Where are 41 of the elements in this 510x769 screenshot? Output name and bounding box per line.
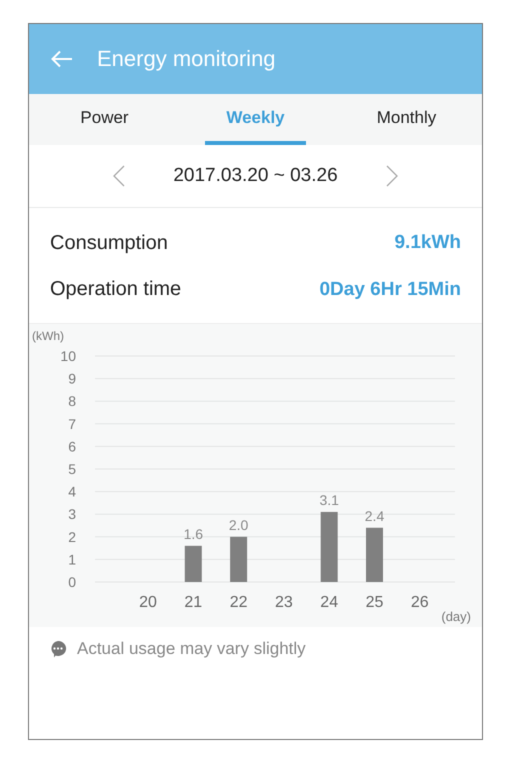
speech-bubble-icon — [49, 640, 67, 658]
usage-note: Actual usage may vary slightly — [77, 639, 306, 659]
bar — [320, 512, 338, 582]
y-tick-label: 8 — [68, 393, 76, 410]
stat-label: Consumption — [50, 232, 168, 255]
screen-title: Energy monitoring — [97, 46, 276, 72]
y-axis-title: (kWh) — [32, 329, 64, 343]
x-tick-label: 22 — [230, 594, 248, 611]
stat-value: 9.1kWh — [394, 232, 461, 254]
next-chevron-icon[interactable] — [386, 165, 398, 187]
x-tick-label: 23 — [275, 594, 293, 611]
y-tick-label: 0 — [68, 574, 76, 590]
y-tick-label: 5 — [68, 461, 76, 477]
bar-value-label: 2.4 — [364, 508, 384, 524]
x-tick-label: 25 — [366, 594, 384, 611]
x-tick-label: 20 — [139, 594, 157, 611]
bar — [184, 546, 202, 582]
y-tick-label: 4 — [68, 484, 76, 500]
x-axis-title: (day) — [441, 609, 471, 624]
y-tick-label: 10 — [60, 348, 76, 364]
stat-value: 0Day 6Hr 15Min — [319, 278, 461, 301]
bar-value-label: 3.1 — [319, 492, 339, 508]
y-tick-label: 9 — [68, 370, 76, 387]
bar — [230, 536, 248, 582]
back-arrow-icon[interactable] — [51, 50, 73, 68]
tab[interactable]: Monthly — [356, 94, 457, 145]
bar-value-label: 1.6 — [184, 526, 204, 542]
y-tick-label: 2 — [68, 528, 76, 545]
x-tick-label: 21 — [184, 594, 202, 611]
y-tick-label: 1 — [68, 551, 76, 568]
stat-label: Operation time — [50, 278, 182, 302]
x-tick-label: 24 — [320, 594, 338, 611]
tab[interactable]: Power — [54, 94, 155, 145]
y-tick-label: 7 — [68, 416, 76, 432]
previous-chevron-icon[interactable] — [113, 165, 126, 187]
date-range: 2017.03.20 ~ 03.26 — [173, 165, 338, 187]
x-tick-label: 26 — [410, 594, 429, 611]
bar-value-label: 2.0 — [228, 516, 248, 533]
bar — [366, 528, 383, 582]
y-tick-label: 3 — [68, 506, 76, 522]
y-tick-label: 6 — [68, 438, 76, 454]
